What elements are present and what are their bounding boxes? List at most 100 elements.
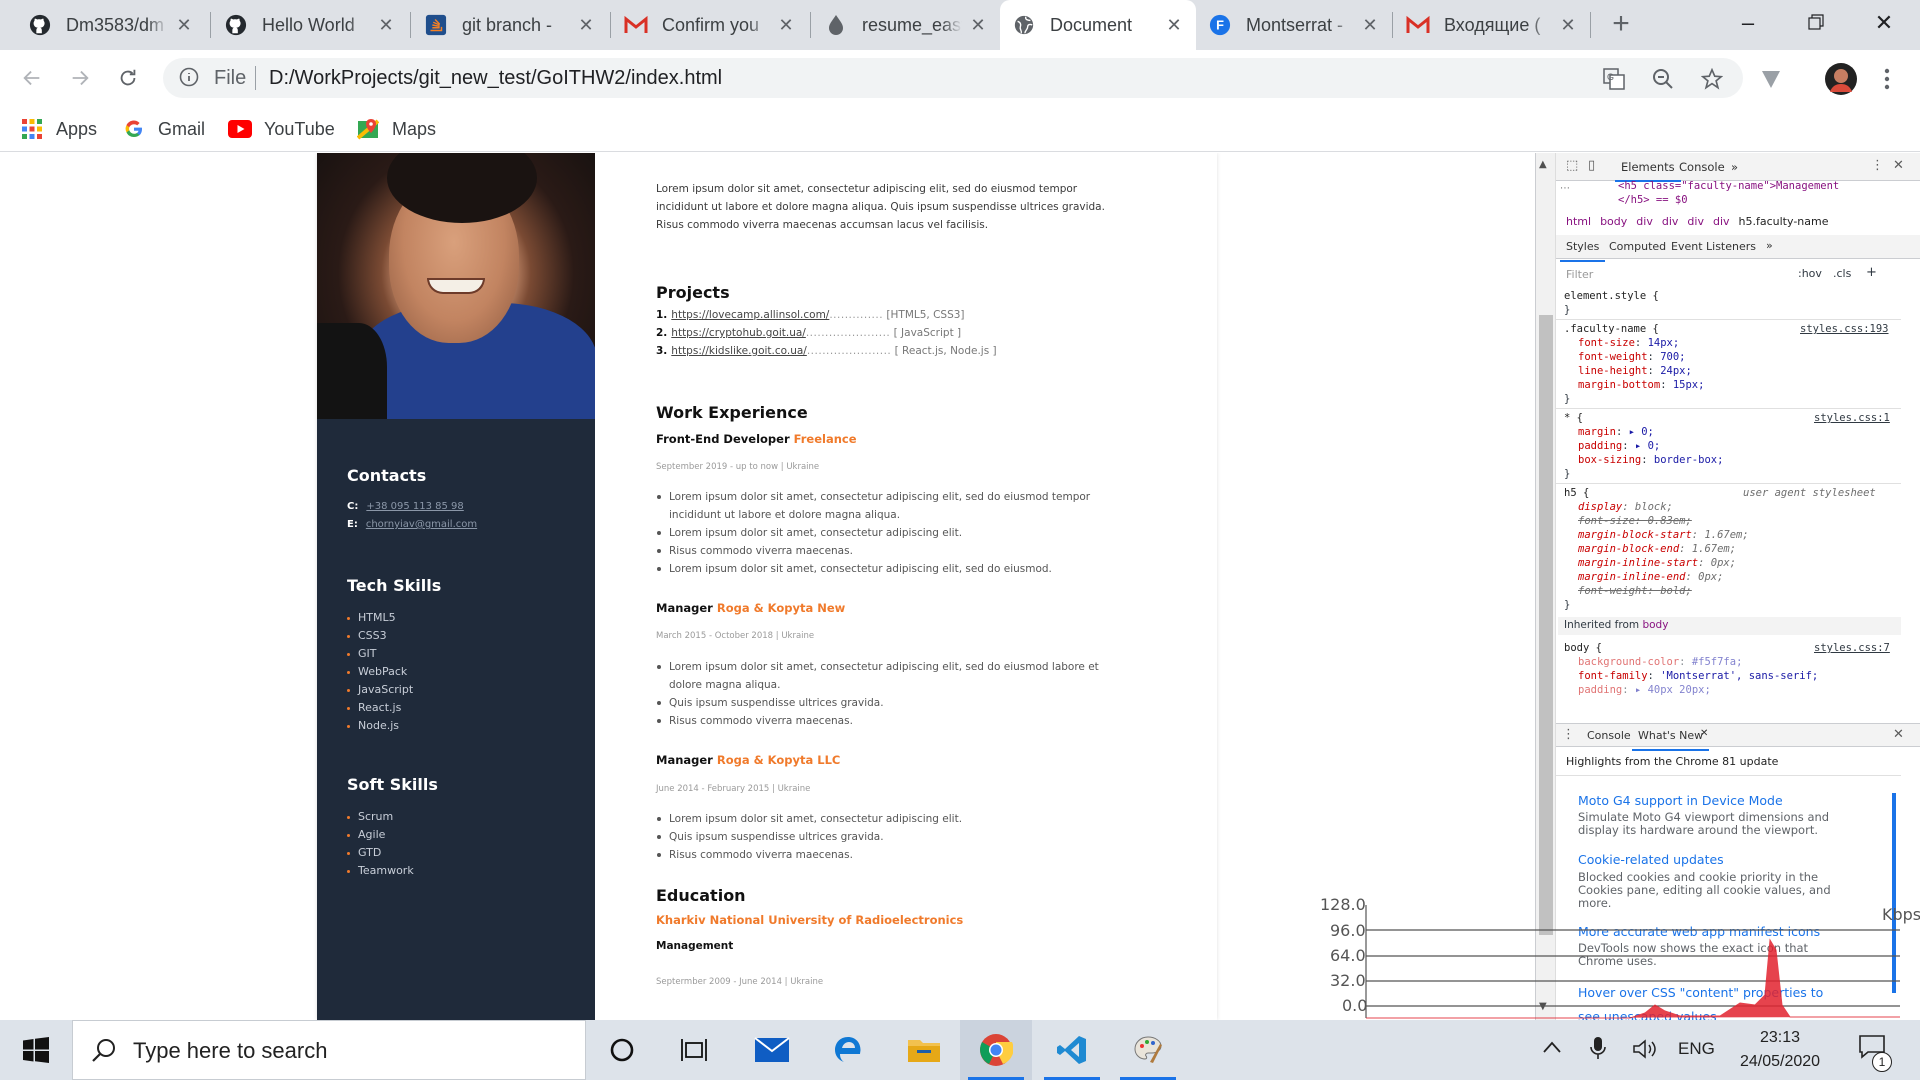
- back-button[interactable]: [14, 60, 50, 96]
- crumb[interactable]: div: [1662, 215, 1679, 228]
- paint-app[interactable]: [1112, 1020, 1184, 1080]
- css-property-inherited[interactable]: padding: ▸ 40px 20px;: [1578, 684, 1711, 696]
- translate-icon[interactable]: G: [1601, 66, 1627, 92]
- tab-inbox[interactable]: Входящие ( ✕: [1394, 0, 1590, 50]
- tab-resume-easy[interactable]: resume_easy ✕: [812, 0, 1000, 50]
- tab-github-dm3583[interactable]: Dm3583/dm ✕: [16, 0, 206, 50]
- close-tab-icon[interactable]: ✕: [968, 15, 988, 36]
- close-tab-icon[interactable]: ✕: [376, 15, 396, 36]
- zoom-icon[interactable]: [1650, 66, 1676, 92]
- bookmark-star-icon[interactable]: [1699, 66, 1725, 92]
- close-tab-icon[interactable]: ✕: [1558, 15, 1578, 36]
- whats-new-link[interactable]: More accurate web app manifest icons: [1578, 924, 1820, 939]
- css-property[interactable]: margin-bottom: 15px;: [1578, 379, 1704, 391]
- tab-hello-world[interactable]: Hello World ✕: [212, 0, 408, 50]
- drawer-menu-icon[interactable]: ⋮: [1562, 727, 1575, 742]
- element-style-rule[interactable]: element.style {: [1564, 290, 1659, 302]
- css-property[interactable]: margin: ▸ 0;: [1578, 426, 1654, 438]
- rule-selector[interactable]: .faculty-name {: [1564, 323, 1659, 335]
- edge-app[interactable]: [812, 1020, 884, 1080]
- rule-source-link[interactable]: styles.css:7: [1814, 642, 1890, 654]
- hov-toggle[interactable]: :hov: [1798, 267, 1822, 280]
- rule-selector[interactable]: body {: [1564, 642, 1602, 654]
- close-tab-icon[interactable]: ✕: [174, 15, 194, 36]
- css-property[interactable]: display: block;: [1578, 501, 1673, 513]
- crumb[interactable]: div: [1636, 215, 1653, 228]
- show-hidden-icons-chevron[interactable]: [1542, 1038, 1562, 1059]
- close-devtools-icon[interactable]: ✕: [1893, 158, 1904, 173]
- restore-button[interactable]: [1788, 6, 1844, 42]
- close-tab-icon[interactable]: ✕: [1164, 15, 1184, 36]
- more-tabs-icon[interactable]: »: [1731, 160, 1738, 174]
- close-drawer-icon[interactable]: ✕: [1893, 727, 1904, 742]
- cls-toggle[interactable]: .cls: [1833, 267, 1851, 280]
- rule-source-link[interactable]: styles.css:1: [1814, 412, 1890, 424]
- rule-selector[interactable]: h5 {: [1564, 487, 1589, 499]
- project-link[interactable]: https://kidslike.goit.co.ua/: [671, 345, 807, 357]
- tab-document[interactable]: Document ✕: [1000, 0, 1196, 50]
- minimize-button[interactable]: –: [1720, 6, 1776, 42]
- tab-computed[interactable]: Computed: [1609, 240, 1666, 253]
- close-tab-icon[interactable]: ✕: [576, 15, 596, 36]
- inspect-icon[interactable]: ⬚: [1566, 158, 1578, 173]
- start-button[interactable]: [0, 1020, 72, 1080]
- drawer-scroll-track[interactable]: [1892, 793, 1896, 993]
- tab-event-listeners[interactable]: Event Listeners: [1671, 240, 1756, 253]
- crumb[interactable]: body: [1600, 215, 1627, 228]
- page-scrollbar[interactable]: ▲ ▼: [1536, 153, 1556, 1020]
- file-explorer-app[interactable]: [888, 1020, 960, 1080]
- styles-filter-input[interactable]: Filter: [1566, 268, 1766, 281]
- extension-v-icon[interactable]: [1758, 66, 1784, 92]
- url-text[interactable]: D:/WorkProjects/git_new_test/GoITHW2/ind…: [269, 67, 722, 90]
- crumb[interactable]: h5.faculty-name: [1739, 215, 1829, 228]
- action-center-button[interactable]: 1: [1858, 1034, 1898, 1072]
- reload-button[interactable]: [110, 60, 146, 96]
- avatar[interactable]: [1824, 62, 1858, 96]
- tab-montserrat[interactable]: F Montserrat - ✕: [1196, 0, 1392, 50]
- css-property[interactable]: font-size: 14px;: [1578, 337, 1679, 349]
- bookmark-youtube[interactable]: YouTube: [228, 114, 335, 144]
- chrome-app[interactable]: [960, 1020, 1032, 1080]
- address-bar[interactable]: File D:/WorkProjects/git_new_test/GoITHW…: [163, 58, 1743, 98]
- phone-link[interactable]: +38 095 113 85 98: [366, 501, 463, 512]
- css-property[interactable]: font-weight: 700;: [1578, 351, 1686, 363]
- scroll-up-icon[interactable]: ▲: [1539, 159, 1547, 170]
- bookmark-apps[interactable]: Apps: [20, 114, 97, 144]
- crumb[interactable]: html: [1566, 215, 1591, 228]
- dom-line[interactable]: <h5 class="faculty-name">Management: [1618, 180, 1839, 192]
- project-link[interactable]: https://cryptohub.goit.ua/: [671, 327, 806, 339]
- css-property-overridden[interactable]: font-weight: bold;: [1578, 585, 1692, 597]
- css-property[interactable]: margin-block-end: 1.67em;: [1578, 543, 1736, 555]
- crumb[interactable]: div: [1713, 215, 1730, 228]
- whats-new-link[interactable]: Cookie-related updates: [1578, 852, 1724, 867]
- dom-line[interactable]: </h5> == $0: [1618, 194, 1688, 206]
- scrollbar-thumb[interactable]: [1539, 315, 1553, 935]
- crumb[interactable]: div: [1687, 215, 1704, 228]
- tab-console[interactable]: Console: [1679, 160, 1725, 174]
- close-tab-icon[interactable]: ✕: [776, 15, 796, 36]
- tab-confirm[interactable]: Confirm you ✕: [612, 0, 808, 50]
- inherited-element-link[interactable]: body: [1642, 619, 1668, 631]
- drawer-tab-whats-new[interactable]: What's New: [1631, 729, 1710, 751]
- close-window-button[interactable]: ✕: [1856, 6, 1912, 42]
- drawer-tab-console[interactable]: Console: [1587, 729, 1631, 742]
- rule-selector[interactable]: * {: [1564, 412, 1583, 424]
- new-tab-button[interactable]: +: [1604, 8, 1638, 42]
- cortana-button[interactable]: [586, 1020, 658, 1080]
- tab-styles[interactable]: Styles: [1559, 240, 1606, 262]
- project-link[interactable]: https://lovecamp.allinsol.com/: [671, 309, 829, 321]
- css-property-overridden[interactable]: font-size: 0.83em;: [1578, 515, 1692, 527]
- system-clock[interactable]: 23:13 24/05/2020: [1720, 1026, 1840, 1074]
- forward-button[interactable]: [62, 60, 98, 96]
- css-property-inherited[interactable]: background-color: #f5f7fa;: [1578, 656, 1742, 668]
- microphone-icon[interactable]: [1590, 1036, 1606, 1065]
- device-toolbar-icon[interactable]: ▯: [1588, 158, 1595, 173]
- close-tab-icon[interactable]: ✕: [1360, 15, 1380, 36]
- vscode-app[interactable]: [1036, 1020, 1108, 1080]
- bookmark-gmail[interactable]: Gmail: [122, 114, 205, 144]
- css-property[interactable]: box-sizing: border-box;: [1578, 454, 1723, 466]
- css-property[interactable]: padding: ▸ 0;: [1578, 440, 1660, 452]
- tab-elements[interactable]: Elements: [1615, 160, 1681, 182]
- mail-app[interactable]: [736, 1020, 808, 1080]
- css-property[interactable]: margin-inline-start: 0px;: [1578, 557, 1736, 569]
